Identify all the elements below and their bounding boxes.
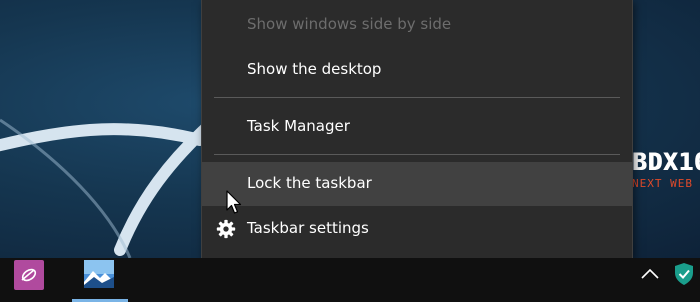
- photos-icon: [84, 260, 114, 288]
- onenote-icon: [21, 268, 37, 282]
- menu-item-label: Task Manager: [247, 117, 350, 135]
- taskbar: [0, 258, 700, 302]
- chevron-up-icon[interactable]: [640, 266, 660, 282]
- taskbar-context-menu: Show windows side by side Show the deskt…: [201, 0, 633, 260]
- mouse-cursor-icon: [226, 190, 242, 214]
- menu-item-label: Taskbar settings: [247, 219, 369, 237]
- menu-separator: [214, 154, 620, 155]
- site-logo: BDX10 NEXT WEB N: [632, 148, 700, 196]
- menu-item-label: Show windows side by side: [247, 15, 452, 33]
- gear-icon: [216, 219, 236, 239]
- menu-item-label: Show the desktop: [247, 60, 382, 78]
- shield-check-icon[interactable]: [674, 262, 694, 286]
- photos-taskbar-button[interactable]: [72, 258, 128, 302]
- menu-item-task-manager[interactable]: Task Manager: [202, 105, 632, 149]
- menu-item-show-the-desktop[interactable]: Show the desktop: [202, 48, 632, 92]
- menu-item-lock-the-taskbar[interactable]: Lock the taskbar: [202, 162, 632, 206]
- menu-item-label: Lock the taskbar: [247, 174, 372, 192]
- menu-item-taskbar-settings[interactable]: Taskbar settings: [202, 207, 632, 251]
- logo-subtext: NEXT WEB N: [632, 177, 700, 190]
- menu-separator: [214, 97, 620, 98]
- logo-text: BDX10: [632, 148, 700, 176]
- menu-item-show-windows-side-by-side[interactable]: Show windows side by side: [202, 3, 632, 47]
- onenote-taskbar-button[interactable]: [14, 260, 44, 290]
